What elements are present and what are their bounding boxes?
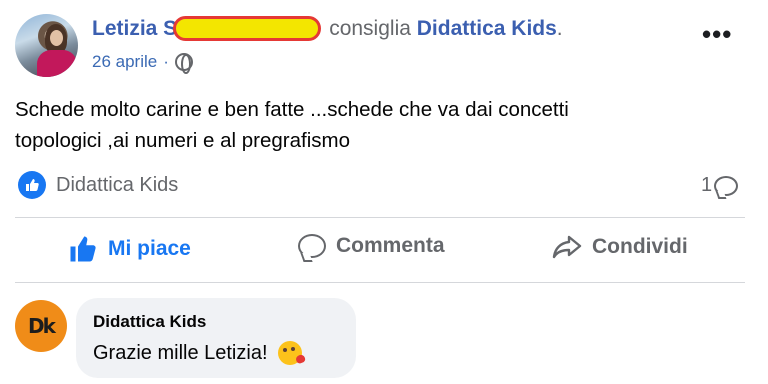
commenter-avatar[interactable]: Dk <box>15 300 67 352</box>
share-button[interactable]: Condividi <box>552 234 688 260</box>
author-name[interactable]: Letizia S <box>92 17 177 40</box>
kissing-face-icon <box>277 341 302 365</box>
globe-icon <box>174 53 193 74</box>
post-meta: 26 aprile · <box>92 52 193 74</box>
share-arrow-icon <box>552 235 582 259</box>
reaction-summary[interactable]: Didattica Kids <box>18 171 178 199</box>
comment-button[interactable]: Commenta <box>298 234 445 258</box>
like-icon <box>18 171 46 199</box>
reaction-page-name[interactable]: Didattica Kids <box>56 174 178 197</box>
divider <box>15 282 745 283</box>
like-label: Mi piace <box>108 237 191 260</box>
meta-separator: · <box>163 52 169 71</box>
post-text-line: Schede molto carine e ben fatte ...sched… <box>15 98 569 121</box>
comment-label: Commenta <box>336 234 445 257</box>
comment-text: Grazie mille Letizia! <box>93 341 268 364</box>
comment-bubble-icon <box>298 234 326 258</box>
divider <box>15 217 745 218</box>
share-label: Condividi <box>592 235 688 258</box>
like-button[interactable]: Mi piace <box>68 234 191 264</box>
more-options-button[interactable]: ••• <box>702 21 732 47</box>
thumbs-up-icon <box>70 236 96 262</box>
comment-count[interactable]: 1 <box>701 174 739 197</box>
header-trailing-dot: . <box>556 17 563 40</box>
header-verb: consiglia <box>329 17 411 40</box>
author-avatar[interactable] <box>15 14 78 77</box>
post-date[interactable]: 26 aprile <box>92 52 157 72</box>
avatar-coat <box>37 50 77 77</box>
comment-bubble: Didattica Kids Grazie mille Letizia! <box>76 298 356 378</box>
comment-icon <box>714 175 739 196</box>
avatar-face <box>50 30 63 46</box>
post-body: Schede molto carine e ben fatte ...sched… <box>15 94 735 156</box>
redaction-mark <box>173 16 322 41</box>
post-text-line: topologici ,ai numeri e al pregrafismo <box>15 129 350 152</box>
recommended-page-link[interactable]: Didattica Kids <box>417 17 557 40</box>
post-header: Letizia S consiglia Didattica Kids. <box>92 16 563 41</box>
comment-count-number: 1 <box>701 174 713 196</box>
comment-text-row: Grazie mille Letizia! <box>93 341 302 365</box>
comment-author[interactable]: Didattica Kids <box>93 312 206 332</box>
